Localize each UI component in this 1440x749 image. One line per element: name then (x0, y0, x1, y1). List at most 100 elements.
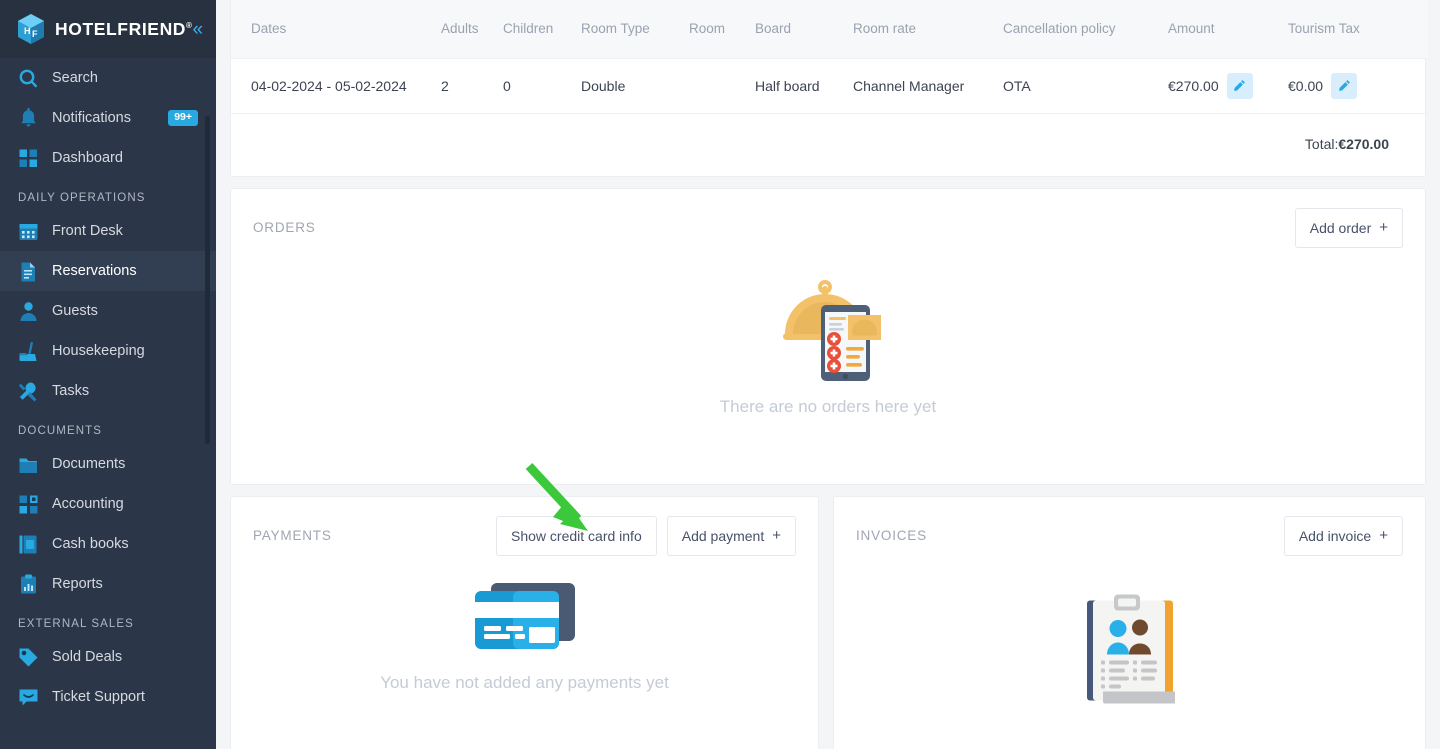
orders-actions: Add order + (1294, 207, 1403, 248)
sidebar-collapse-icon[interactable]: « (193, 20, 206, 39)
add-invoice-label: Add invoice (1298, 527, 1372, 544)
hotelfriend-logo-icon: H F (18, 14, 44, 44)
invoices-header: INVOICES Add invoice + (834, 497, 1425, 575)
sidebar-item-search[interactable]: Search (0, 58, 216, 98)
col-room-rate: Room rate (853, 0, 1003, 59)
payments-empty-state: You have not added any payments yet (231, 579, 818, 693)
sidebar-section-documents: DOCUMENTS (18, 425, 103, 437)
payments-empty-text: You have not added any payments yet (380, 672, 669, 692)
broom-icon (18, 341, 39, 362)
sidebar-nav: Search Notifications 99+ Dashboard DAILY OPE… (0, 58, 216, 749)
orders-card: ORDERS Add order + There are no orders h… (230, 187, 1426, 485)
sidebar-section-external-sales: EXTERNAL SALES (18, 618, 134, 630)
person-icon (18, 301, 39, 322)
sidebar-item-label: Sold Deals (52, 649, 123, 665)
svg-text:H: H (24, 26, 31, 36)
notifications-badge: 99+ (168, 110, 198, 126)
sidebar-item-label: Housekeeping (52, 343, 145, 359)
edit-amount-button[interactable] (1226, 72, 1253, 99)
sidebar-item-label: Reports (52, 576, 103, 592)
sidebar-item-label: Documents (52, 456, 126, 472)
tag-icon (18, 647, 39, 668)
add-payment-label: Add payment (681, 527, 765, 544)
cell-tourism-tax: €0.00 (1288, 58, 1428, 114)
chat-icon (18, 687, 39, 708)
tourism-tax-value: €0.00 (1288, 77, 1324, 94)
edit-tourism-tax-button[interactable] (1331, 72, 1358, 99)
sidebar-section-daily-operations: DAILY OPERATIONS (18, 192, 146, 204)
plus-icon: + (1379, 527, 1388, 544)
invoices-title: INVOICES (856, 528, 927, 543)
total-value: €270.00 (1338, 135, 1389, 152)
col-room: Room (689, 0, 755, 59)
sidebar-item-front-desk[interactable]: Front Desk (0, 211, 216, 251)
add-payment-button[interactable]: Add payment + (666, 515, 796, 556)
add-order-label: Add order (1309, 219, 1372, 236)
sidebar-item-guests[interactable]: Guests (0, 291, 216, 331)
document-icon (18, 261, 39, 282)
add-order-button[interactable]: Add order + (1294, 207, 1403, 248)
col-dates: Dates (231, 0, 441, 59)
search-icon (18, 68, 39, 89)
sidebar-item-dashboard[interactable]: Dashboard (0, 138, 216, 178)
book-icon (18, 534, 39, 555)
sidebar: H F HOTELFRIEND® « Search Notifications 99… (0, 0, 216, 749)
invoices-empty-state (834, 577, 1425, 727)
sidebar-brand[interactable]: H F HOTELFRIEND® « (0, 0, 216, 58)
brand-name: HOTELFRIEND® (55, 18, 193, 39)
bottom-row: PAYMENTS Show credit card info Add payme… (230, 495, 1426, 749)
pencil-icon (1234, 80, 1246, 91)
tools-icon (18, 381, 39, 402)
accounting-icon (18, 494, 39, 515)
invoices-actions: Add invoice + (1283, 515, 1403, 556)
payments-actions: Show credit card info Add payment + (496, 515, 796, 556)
credit-cards-illustration (474, 582, 575, 649)
app-root: H F HOTELFRIEND® « Search Notifications 99… (0, 0, 1440, 749)
sidebar-item-label: Accounting (52, 496, 124, 512)
show-credit-card-info-button[interactable]: Show credit card info (496, 515, 657, 556)
col-adults: Adults (441, 0, 503, 59)
cell-children: 0 (503, 58, 581, 114)
add-invoice-button[interactable]: Add invoice + (1283, 515, 1403, 556)
cell-adults: 2 (441, 58, 503, 114)
folder-icon (18, 454, 39, 475)
sidebar-item-accounting[interactable]: Accounting (0, 484, 216, 524)
sidebar-item-cash-books[interactable]: Cash books (0, 524, 216, 564)
col-room-type: Room Type (581, 0, 689, 59)
col-board: Board (755, 0, 853, 59)
sidebar-item-label: Front Desk (52, 223, 123, 239)
sidebar-item-notifications[interactable]: Notifications 99+ (0, 98, 216, 138)
cell-room-rate: Channel Manager (853, 58, 1003, 114)
sidebar-item-reports[interactable]: Reports (0, 564, 216, 604)
sidebar-item-reservations[interactable]: Reservations (0, 251, 216, 291)
sidebar-item-documents[interactable]: Documents (0, 444, 216, 484)
cell-cancellation-policy: OTA (1003, 58, 1168, 114)
sidebar-item-ticket-support[interactable]: Ticket Support (0, 677, 216, 717)
sidebar-item-sold-deals[interactable]: Sold Deals (0, 637, 216, 677)
food-dome-phone-illustration (783, 279, 881, 381)
bell-icon (18, 107, 39, 129)
invoices-card: INVOICES Add invoice + (833, 495, 1426, 749)
sidebar-scrollbar[interactable] (205, 116, 210, 444)
grid-icon (18, 148, 39, 169)
orders-title: ORDERS (253, 220, 316, 235)
cell-room-type: Double (581, 58, 689, 114)
rooms-table-body: 04-02-2024 - 05-02-2024 2 0 Double Half … (231, 58, 1428, 114)
sidebar-item-label: Notifications (52, 110, 131, 126)
sidebar-item-tasks[interactable]: Tasks (0, 371, 216, 411)
table-row[interactable]: 04-02-2024 - 05-02-2024 2 0 Double Half … (231, 58, 1428, 114)
sidebar-item-label: Ticket Support (52, 689, 145, 705)
main-content: Dates Adults Children Room Type Room Boa… (216, 0, 1440, 749)
payments-card: PAYMENTS Show credit card info Add payme… (230, 495, 819, 749)
rooms-total: Total:€270.00 (231, 114, 1425, 176)
rooms-table: Dates Adults Children Room Type Room Boa… (231, 0, 1428, 114)
calendar-icon (18, 221, 39, 242)
payments-title: PAYMENTS (253, 528, 332, 543)
plus-icon: + (772, 527, 781, 544)
col-tourism-tax: Tourism Tax (1288, 0, 1428, 59)
plus-icon: + (1379, 219, 1388, 236)
sidebar-item-housekeeping[interactable]: Housekeeping (0, 331, 216, 371)
payments-header: PAYMENTS Show credit card info Add payme… (231, 497, 818, 575)
amount-value: €270.00 (1168, 77, 1219, 94)
orders-empty-text: There are no orders here yet (719, 396, 937, 416)
